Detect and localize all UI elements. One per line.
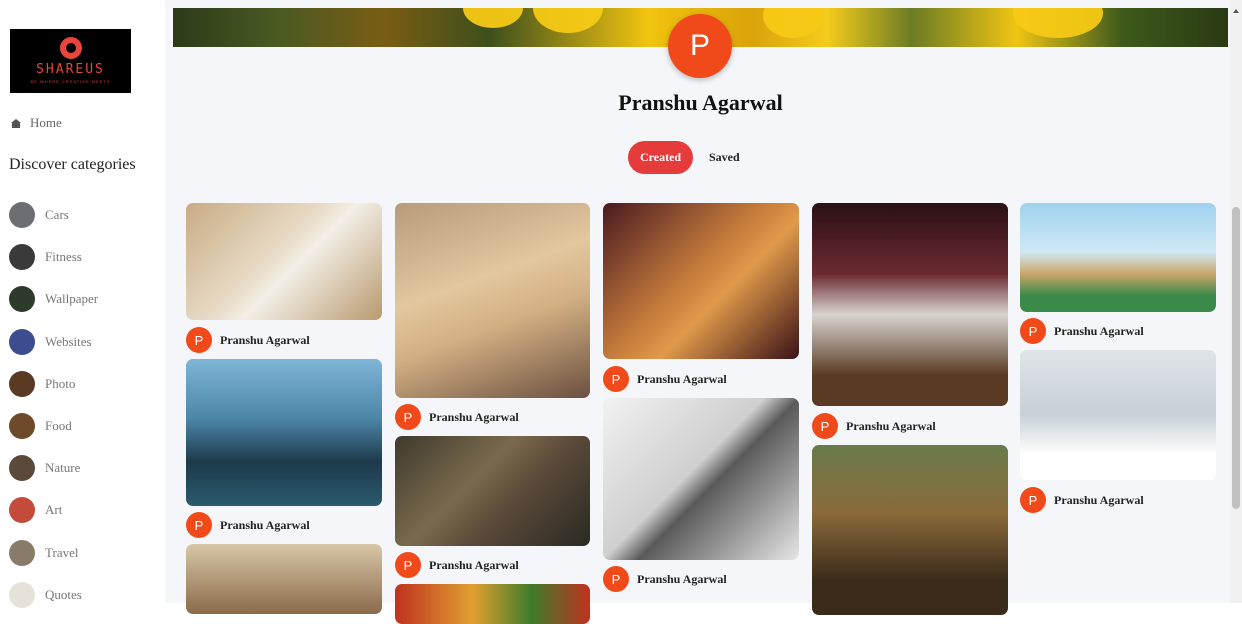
sidebar-item-label: Home: [30, 115, 62, 130]
sidebar-item-label: Food: [45, 418, 72, 434]
pin-author-name: Pranshu Agarwal: [429, 409, 519, 424]
pin-author-name: Pranshu Agarwal: [637, 571, 727, 586]
pin-author[interactable]: P Pranshu Agarwal: [603, 366, 727, 392]
pin-image[interactable]: [812, 445, 1008, 615]
sidebar-item-label: Travel: [45, 544, 79, 560]
sidebar-item-photo[interactable]: Photo: [9, 363, 98, 405]
banner-petal: [1013, 8, 1103, 38]
category-thumbnail: [9, 328, 35, 355]
pin-image[interactable]: [1020, 203, 1216, 312]
avatar: P: [812, 413, 838, 439]
pin-author-name: Pranshu Agarwal: [429, 557, 519, 572]
banner-petal: [763, 8, 823, 38]
scroll-up-icon[interactable]: [1233, 9, 1239, 13]
category-thumbnail: [9, 370, 35, 397]
sidebar-item-quotes[interactable]: Quotes: [9, 574, 98, 616]
pin-image[interactable]: [186, 544, 382, 614]
logo-mark-icon: [59, 36, 82, 59]
pin-author-name: Pranshu Agarwal: [1054, 492, 1144, 507]
banner-petal: [463, 8, 523, 28]
pin-author-name: Pranshu Agarwal: [1054, 323, 1144, 338]
category-thumbnail: [9, 455, 35, 482]
profile-name: Pranshu Agarwal: [618, 90, 783, 115]
avatar: P: [1020, 487, 1046, 513]
sidebar-item-label: Art: [45, 502, 63, 518]
sidebar-item-websites[interactable]: Websites: [9, 321, 98, 363]
pin-author[interactable]: P Pranshu Agarwal: [812, 413, 936, 439]
sidebar-item-label: Quotes: [45, 586, 82, 602]
sidebar-item-art[interactable]: Art: [9, 489, 98, 531]
scrollbar[interactable]: [1230, 0, 1242, 603]
pin-image[interactable]: [603, 398, 799, 560]
sidebar-item-wallpaper[interactable]: Wallpaper: [9, 278, 98, 320]
avatar: P: [186, 327, 212, 353]
main-content: P Pranshu Agarwal Created Saved P Pransh…: [165, 0, 1230, 624]
sidebar-item-label: Nature: [45, 460, 81, 476]
pin-image[interactable]: [395, 584, 590, 624]
sidebar: SHAREUS BE WHERE CREATIVE MEETS Home Dis…: [0, 0, 165, 608]
profile-avatar[interactable]: P: [668, 14, 732, 78]
avatar: P: [603, 566, 629, 592]
pin-author[interactable]: P Pranshu Agarwal: [1020, 318, 1144, 344]
tab-saved[interactable]: Saved: [709, 150, 740, 165]
category-thumbnail: [9, 497, 35, 524]
sidebar-item-home[interactable]: Home: [11, 115, 62, 131]
category-thumbnail: [9, 539, 35, 566]
pin-author[interactable]: P Pranshu Agarwal: [395, 552, 519, 578]
pin-image[interactable]: [186, 203, 382, 320]
avatar: P: [603, 366, 629, 392]
pin-author[interactable]: P Pranshu Agarwal: [395, 404, 519, 430]
pin-image[interactable]: [1020, 350, 1216, 480]
profile-tabs: Created Saved: [628, 141, 740, 174]
pin-author[interactable]: P Pranshu Agarwal: [1020, 487, 1144, 513]
category-thumbnail: [9, 413, 35, 440]
category-thumbnail: [9, 202, 35, 229]
category-thumbnail: [9, 581, 35, 608]
sidebar-item-nature[interactable]: Nature: [9, 447, 98, 489]
category-list: Cars Fitness Wallpaper Websites Photo Fo…: [9, 194, 98, 616]
pin-image[interactable]: [395, 203, 590, 398]
pin-image[interactable]: [812, 203, 1008, 406]
pin-image[interactable]: [603, 203, 799, 359]
sidebar-item-label: Cars: [45, 207, 69, 223]
pin-image[interactable]: [186, 359, 382, 506]
category-thumbnail: [9, 244, 35, 271]
avatar: P: [1020, 318, 1046, 344]
pin-author-name: Pranshu Agarwal: [220, 332, 310, 347]
sidebar-item-label: Photo: [45, 375, 76, 391]
home-icon: [11, 118, 21, 128]
sidebar-item-label: Fitness: [45, 249, 82, 265]
brand-logo[interactable]: SHAREUS BE WHERE CREATIVE MEETS: [10, 29, 131, 93]
pin-author-name: Pranshu Agarwal: [846, 418, 936, 433]
sidebar-item-food[interactable]: Food: [9, 405, 98, 447]
pin-author[interactable]: P Pranshu Agarwal: [603, 566, 727, 592]
avatar: P: [186, 512, 212, 538]
tab-created[interactable]: Created: [628, 141, 693, 174]
category-thumbnail: [9, 286, 35, 313]
pin-author-name: Pranshu Agarwal: [637, 371, 727, 386]
sidebar-item-label: Wallpaper: [45, 291, 99, 307]
scrollbar-thumb[interactable]: [1232, 207, 1240, 509]
sidebar-item-travel[interactable]: Travel: [9, 532, 98, 574]
brand-tagline: BE WHERE CREATIVE MEETS: [30, 78, 111, 84]
avatar: P: [395, 552, 421, 578]
pin-image[interactable]: [395, 436, 590, 546]
pin-author[interactable]: P Pranshu Agarwal: [186, 327, 310, 353]
pin-author[interactable]: P Pranshu Agarwal: [186, 512, 310, 538]
sidebar-item-label: Websites: [45, 333, 92, 349]
discover-heading: Discover categories: [9, 156, 136, 173]
pin-author-name: Pranshu Agarwal: [220, 517, 310, 532]
sidebar-item-cars[interactable]: Cars: [9, 194, 98, 236]
avatar: P: [395, 404, 421, 430]
sidebar-item-fitness[interactable]: Fitness: [9, 236, 98, 278]
banner-petal: [533, 8, 603, 33]
brand-name: SHAREUS: [36, 61, 105, 77]
